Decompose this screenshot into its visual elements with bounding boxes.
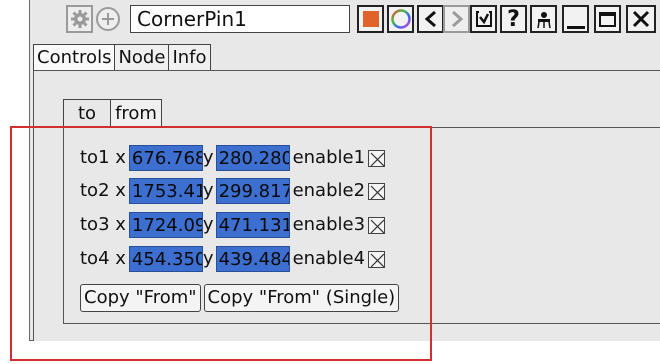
x-label: x [115, 214, 126, 235]
copy-from-button[interactable]: Copy "From" [80, 284, 201, 312]
checkbox-x-icon [370, 185, 385, 199]
corner-label: to4 [80, 248, 110, 269]
checkbox-x-icon [370, 152, 385, 166]
help-icon[interactable]: ? [500, 5, 527, 33]
to2-y-field[interactable]: 299.817 [215, 178, 290, 204]
copy-buttons-row: Copy "From" Copy "From" (Single) [80, 284, 402, 312]
clear-icon[interactable] [530, 5, 557, 33]
node-name-field[interactable]: CornerPin1 [130, 5, 350, 33]
to3-y-field[interactable]: 471.131 [215, 212, 290, 238]
to4-y-field[interactable]: 439.484 [215, 246, 290, 272]
plus-icon[interactable] [96, 7, 120, 31]
enable2-checkbox[interactable] [368, 182, 386, 200]
y-label: y [202, 214, 214, 235]
to1-x-field[interactable]: 676.768 [128, 145, 203, 171]
copy-from-single-button[interactable]: Copy "From" (Single) [203, 284, 400, 312]
x-label: x [115, 147, 126, 168]
to3-x-field[interactable]: 1724.09 [128, 212, 203, 238]
enable-label: enable4 [292, 248, 366, 269]
corner-label: to3 [80, 214, 110, 235]
minimize-icon[interactable] [562, 5, 589, 33]
y-label: y [202, 248, 214, 269]
color-square-icon[interactable] [357, 5, 384, 33]
checkbox-x-icon [370, 253, 385, 267]
corner-row-to4: to4 x 454.350 y 439.484 enable4 [80, 246, 386, 272]
color-wheel-icon[interactable] [387, 5, 414, 33]
cornerpin-subtabs: to from [63, 99, 162, 128]
checkbox-x-icon [370, 219, 385, 233]
panel-titlebar: CornerPin1 ? [30, 0, 660, 38]
enable3-checkbox[interactable] [368, 216, 386, 234]
y-label: y [202, 180, 214, 201]
x-label: x [115, 248, 126, 269]
maximize-icon[interactable] [594, 5, 621, 33]
subtab-from[interactable]: from [110, 99, 162, 128]
tab-info[interactable]: Info [168, 44, 211, 71]
corner-row-to3: to3 x 1724.09 y 471.131 enable3 [80, 212, 386, 238]
enable-label: enable2 [292, 180, 366, 201]
to4-x-field[interactable]: 454.350 [128, 246, 203, 272]
gear-icon[interactable] [66, 5, 93, 33]
to2-x-field[interactable]: 1753.41 [128, 178, 203, 204]
enable1-checkbox[interactable] [368, 149, 386, 167]
enable4-checkbox[interactable] [368, 250, 386, 268]
enable-label: enable1 [292, 147, 366, 168]
tab-node[interactable]: Node [114, 44, 170, 71]
corner-label: to2 [80, 180, 110, 201]
prev-icon[interactable] [417, 5, 444, 33]
enable-label: enable3 [292, 214, 366, 235]
collapse-icon[interactable] [470, 5, 497, 33]
y-label: y [202, 147, 214, 168]
corner-row-to2: to2 x 1753.41 y 299.817 enable2 [80, 178, 386, 204]
corner-row-to1: to1 x 676.768 y 280.280 enable1 [80, 145, 386, 171]
subtab-to[interactable]: to [63, 99, 112, 128]
to1-y-field[interactable]: 280.280 [215, 145, 290, 171]
next-icon[interactable] [443, 5, 470, 33]
panel-tabs: Controls Node Info [33, 44, 211, 71]
corner-label: to1 [80, 147, 110, 168]
x-label: x [115, 180, 126, 201]
tab-controls[interactable]: Controls [33, 44, 116, 71]
close-icon[interactable] [626, 5, 656, 33]
